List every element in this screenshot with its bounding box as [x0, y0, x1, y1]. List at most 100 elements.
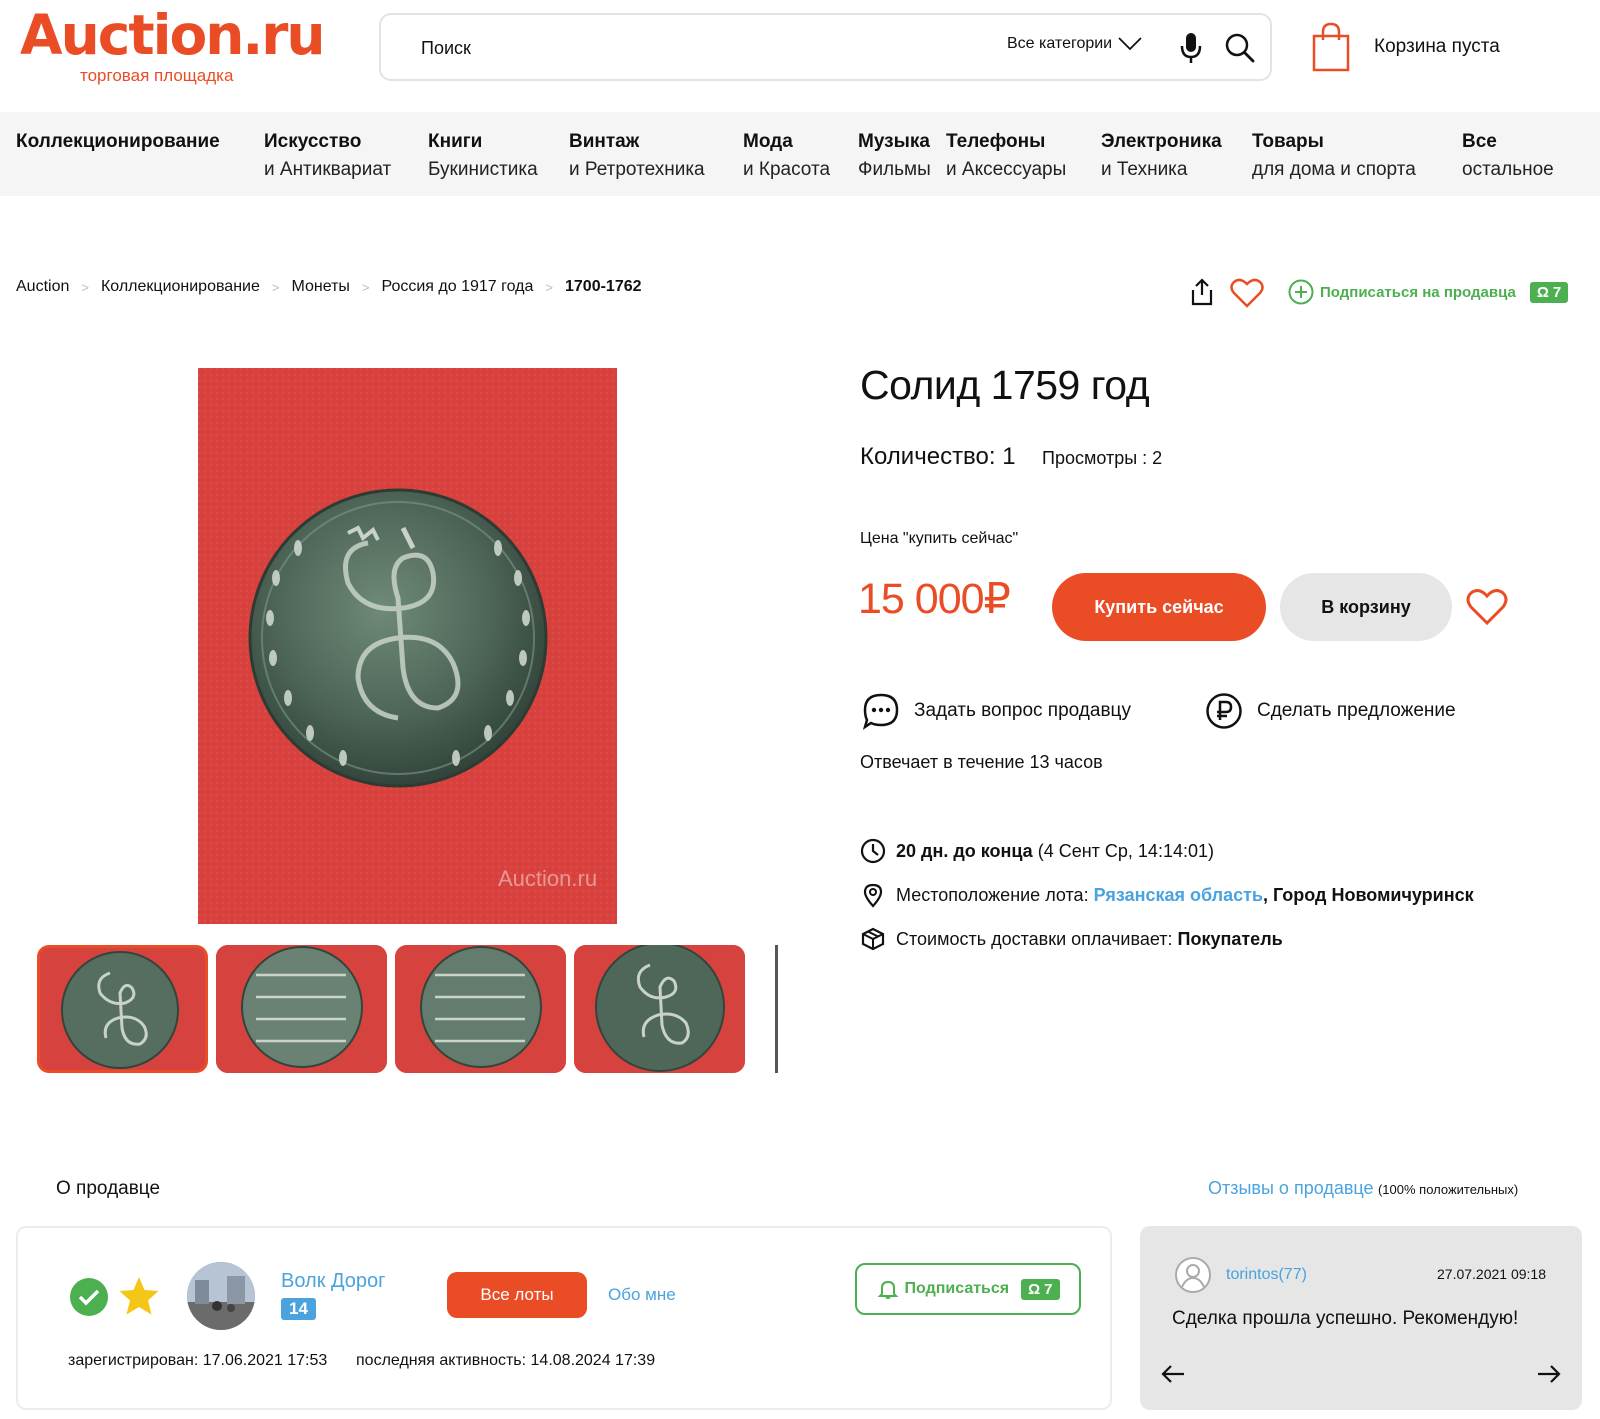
delivery-row: Стоимость доставки оплачивает: Покупател… — [860, 926, 1283, 952]
breadcrumb-item[interactable]: Коллекционирование — [101, 278, 260, 296]
search-input[interactable] — [421, 31, 941, 65]
review-author[interactable]: torintos(77) — [1174, 1256, 1307, 1294]
category-other[interactable]: Все остальное — [1462, 128, 1554, 184]
category-subtitle: и Красота — [743, 159, 831, 180]
thumbnail-strip — [37, 945, 778, 1073]
site-logo[interactable]: Auction.ru торговая площадка — [20, 3, 326, 85]
category-subtitle: остальное — [1462, 159, 1554, 180]
seller-section-title: О продавце — [56, 1178, 161, 1199]
product-price: 15 000₽ — [858, 575, 1011, 623]
delivery-label: Стоимость доставки оплачивает: — [896, 928, 1173, 949]
about-me-link[interactable]: Обо мне — [608, 1285, 676, 1305]
category-nav: Коллекционирование Искусство и Антиквариа… — [0, 112, 1600, 196]
review-date: 27.07.2021 09:18 — [1437, 1266, 1546, 1282]
coin-reverse-thumbnail — [216, 945, 387, 1073]
seller-reply-time: Отвечает в течение 13 часов — [860, 752, 1103, 772]
thumbnail-4[interactable] — [574, 945, 745, 1073]
category-subtitle: для дома и спорта — [1252, 159, 1416, 180]
ask-seller-label: Задать вопрос продавцу — [914, 700, 1131, 721]
add-to-cart-button[interactable]: В корзину — [1280, 573, 1452, 641]
category-title: Телефоны — [946, 131, 1046, 152]
subscribe-seller-label: Подписаться на продавца — [1320, 283, 1516, 301]
search-bar: Все категории — [379, 13, 1272, 81]
share-icon[interactable] — [1190, 278, 1214, 306]
buy-now-button[interactable]: Купить сейчас — [1052, 573, 1266, 641]
product-quantity: Количество: 1 — [860, 443, 1016, 470]
category-electronics[interactable]: Электроника и Техника — [1101, 128, 1222, 184]
category-subtitle: Фильмы — [858, 159, 931, 180]
thumbnail-2[interactable] — [216, 945, 387, 1073]
logo-text: Auction.ru — [20, 3, 326, 67]
omega-icon: Ω — [1536, 283, 1549, 301]
arrow-left-icon[interactable] — [1160, 1364, 1186, 1384]
category-title: Искусство — [264, 131, 362, 152]
coin-reverse-thumbnail — [395, 945, 566, 1073]
location-label: Местоположение лота: — [896, 884, 1089, 905]
main-product-image[interactable]: Auction.ru — [198, 368, 617, 924]
category-vintage[interactable]: Винтаж и Ретротехника — [569, 128, 705, 184]
seller-avatar[interactable] — [187, 1262, 255, 1330]
make-offer-label: Сделать предложение — [1257, 700, 1456, 721]
subscribe-seller-link[interactable]: Подписаться на продавца Ω 7 — [1288, 279, 1569, 305]
thumbnail-1[interactable] — [37, 945, 208, 1073]
category-title: Все — [1462, 131, 1497, 152]
ask-seller-link[interactable]: Задать вопрос продавцу — [862, 692, 1131, 730]
review-card: torintos(77) 27.07.2021 09:18 Сделка про… — [1140, 1226, 1582, 1410]
breadcrumb: Auction > Коллекционирование > Монеты > … — [16, 278, 642, 296]
subscribe-button[interactable]: Подписаться Ω 7 — [855, 1263, 1081, 1315]
subscribers-badge: Ω 7 — [1021, 1278, 1060, 1300]
package-box-icon — [861, 927, 885, 951]
breadcrumb-separator: > — [545, 279, 553, 295]
make-offer-link[interactable]: Сделать предложение — [1205, 692, 1456, 730]
site-header: Auction.ru торговая площадка Все категор… — [0, 0, 1600, 112]
category-phones[interactable]: Телефоны и Аксессуары — [946, 128, 1066, 184]
category-home-sports[interactable]: Товары для дома и спорта — [1252, 128, 1416, 184]
breadcrumb-current[interactable]: 1700-1762 — [565, 278, 642, 296]
search-icon[interactable] — [1223, 31, 1257, 65]
category-subtitle: и Аксессуары — [946, 159, 1067, 180]
product-title: Солид 1759 год — [860, 362, 1150, 408]
time-left-row: 20 дн. до конца (4 Сент Ср, 14:14:01) — [860, 838, 1214, 864]
breadcrumb-item[interactable]: Auction — [16, 278, 69, 296]
cart-widget[interactable]: Корзина пуста — [1312, 22, 1500, 72]
shopping-bag-icon — [1312, 22, 1350, 72]
delivery-payer: Покупатель — [1177, 928, 1283, 949]
favorite-heart-icon[interactable] — [1466, 588, 1508, 626]
category-fashion[interactable]: Мода и Красота — [743, 128, 830, 184]
seller-card: Волк Дорог 14 Все лоты Обо мне Подписать… — [16, 1226, 1112, 1410]
microphone-icon[interactable] — [1176, 31, 1206, 65]
category-select[interactable]: Все категории — [1007, 35, 1142, 53]
subscribers-count: 7 — [1044, 1280, 1053, 1298]
seller-reviews-header: Отзывы о продавце (100% положительных) — [1208, 1178, 1518, 1199]
category-art[interactable]: Искусство и Антиквариат — [264, 128, 391, 184]
ruble-circle-icon — [1206, 693, 1242, 729]
thumbnail-scroll-edge — [775, 945, 778, 1073]
category-title: Музыка — [858, 131, 930, 152]
breadcrumb-item[interactable]: Монеты — [291, 278, 349, 296]
arrow-right-icon[interactable] — [1536, 1364, 1562, 1384]
coin-obverse-thumbnail — [40, 948, 205, 1070]
category-books[interactable]: Книги Букинистика — [428, 128, 538, 184]
category-title: Товары — [1252, 131, 1324, 152]
category-music[interactable]: Музыка Фильмы — [858, 128, 931, 184]
review-author-name: torintos(77) — [1226, 1266, 1307, 1283]
breadcrumb-item[interactable]: Россия до 1917 года — [382, 278, 534, 296]
plus-circle-icon — [1288, 279, 1314, 305]
favorite-heart-icon[interactable] — [1230, 278, 1264, 308]
location-region-link[interactable]: Рязанская область — [1094, 885, 1263, 905]
seller-level-badge: 14 — [281, 1298, 316, 1320]
category-subtitle: и Техника — [1101, 159, 1188, 180]
category-subtitle: и Антиквариат — [264, 159, 392, 180]
category-subtitle: Букинистика — [428, 159, 538, 180]
subscribers-badge: Ω 7 — [1529, 281, 1569, 303]
last-activity: последняя активность: 14.08.2024 17:39 — [356, 1352, 656, 1369]
category-collecting[interactable]: Коллекционирование — [16, 128, 220, 156]
seller-name-link[interactable]: Волк Дорог — [281, 1270, 385, 1293]
all-lots-button[interactable]: Все лоты — [447, 1272, 587, 1318]
breadcrumb-separator: > — [271, 279, 280, 295]
thumbnail-3[interactable] — [395, 945, 566, 1073]
seller-reviews-link[interactable]: Отзывы о продавце — [1208, 1178, 1374, 1198]
cart-status: Корзина пуста — [1374, 36, 1500, 57]
breadcrumb-separator: > — [81, 279, 89, 295]
omega-icon: Ω — [1028, 1280, 1041, 1298]
